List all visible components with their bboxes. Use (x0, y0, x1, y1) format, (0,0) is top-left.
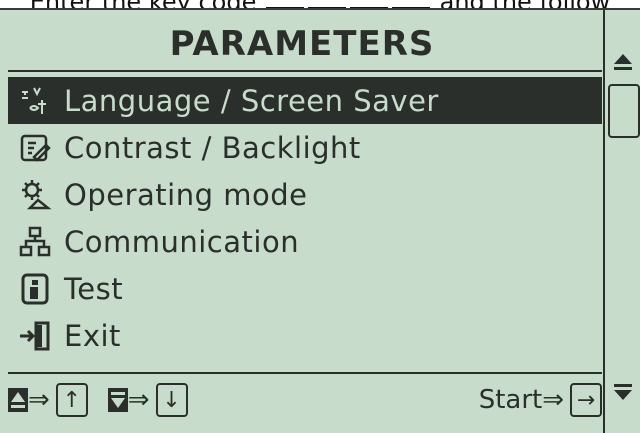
menu-item-label: Language / Screen Saver (64, 83, 439, 118)
exit-door-icon (8, 316, 62, 356)
gear-icon (8, 175, 62, 215)
start-button[interactable]: → (570, 383, 602, 417)
menu-item-label: Operating mode (64, 177, 308, 212)
down-hint: ⇒ ↓ (107, 383, 188, 417)
menu-item-contrast[interactable]: Contrast / Backlight (8, 124, 602, 171)
network-icon (8, 222, 62, 262)
divider (8, 70, 602, 72)
language-icon (8, 81, 62, 121)
right-arrow-icon: → (576, 387, 596, 413)
down-button[interactable]: ↓ (155, 383, 188, 417)
info-icon (8, 269, 62, 309)
scroll-down-icon[interactable] (612, 382, 634, 402)
menu-item-label: Exit (64, 318, 121, 353)
up-arrow-icon: ↑ (62, 387, 82, 413)
up-hint: ⇒ ↑ (8, 383, 88, 417)
arrow-glyph: ⇒ (28, 385, 50, 415)
up-button[interactable]: ↑ (55, 383, 88, 417)
arrow-glyph: ⇒ (127, 385, 150, 415)
menu-item-operating-mode[interactable]: Operating mode (8, 171, 602, 218)
menu-item-label: Communication (64, 224, 300, 259)
page-title: PARAMETERS (169, 24, 435, 64)
contrast-icon (8, 128, 62, 168)
start-hint: Start⇒ → (479, 383, 602, 417)
menu-item-label: Contrast / Backlight (64, 130, 361, 165)
menu-item-language[interactable]: Language / Screen Saver (8, 77, 602, 124)
divider (8, 372, 602, 374)
menu-item-test[interactable]: Test (8, 265, 602, 312)
menu-item-communication[interactable]: Communication (8, 218, 602, 265)
up-key-icon (8, 388, 28, 412)
menu-item-exit[interactable]: Exit (8, 312, 602, 359)
menu-item-label: Test (64, 271, 124, 306)
scroll-up-icon[interactable] (612, 52, 634, 72)
footer-bar: ⇒ ↑ ⇒ ↓ Start⇒ → (8, 380, 602, 420)
menu-list: Language / Screen Saver Contrast / Backl… (8, 77, 602, 359)
down-key-icon (107, 388, 128, 412)
down-arrow-icon: ↓ (162, 387, 181, 413)
start-label: Start⇒ (478, 385, 564, 415)
lcd-screen: PARAMETERS Language / Screen Saver Contr… (0, 8, 640, 433)
scrollbar-thumb[interactable] (608, 84, 640, 138)
scrollbar-track (603, 10, 605, 433)
